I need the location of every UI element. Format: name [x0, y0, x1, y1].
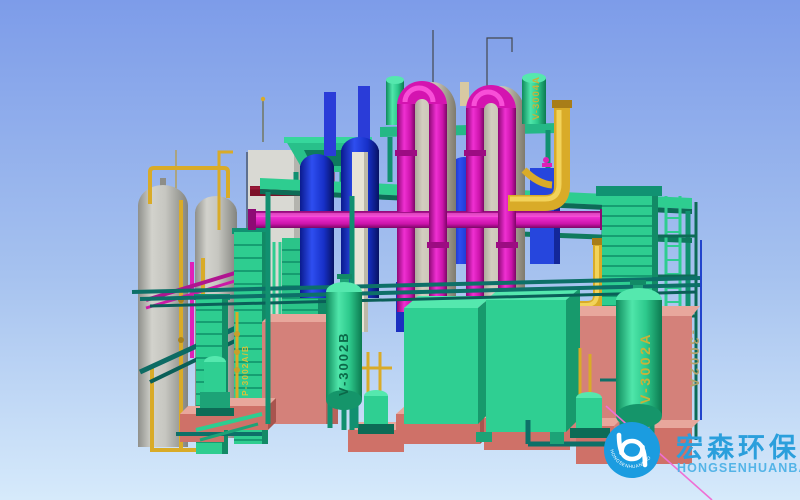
vessel-v3004a-label: V-3004A — [531, 76, 542, 120]
vessel-v3002b: V-3002B — [326, 274, 362, 430]
vessel-v3002a: V-3002A — [616, 280, 662, 444]
box-tank-2 — [486, 300, 566, 432]
plant-3d-scene: V-3004A — [0, 0, 800, 500]
floating-label-3002a: -3002A — [687, 330, 702, 391]
company-name-cn: 宏森环保 — [676, 432, 800, 463]
pump-label-p3002ab: P-3002A/B — [240, 345, 250, 396]
box-tank-1 — [404, 308, 478, 424]
company-name-en: HONGSENHUANBAO — [677, 461, 800, 475]
plant-render-canvas: V-3004A — [0, 0, 800, 500]
vessel-v3002b-label: V-3002B — [336, 331, 351, 396]
vessel-v3002a-label: V-3002A — [637, 332, 653, 404]
green-box-tanks — [404, 288, 580, 432]
